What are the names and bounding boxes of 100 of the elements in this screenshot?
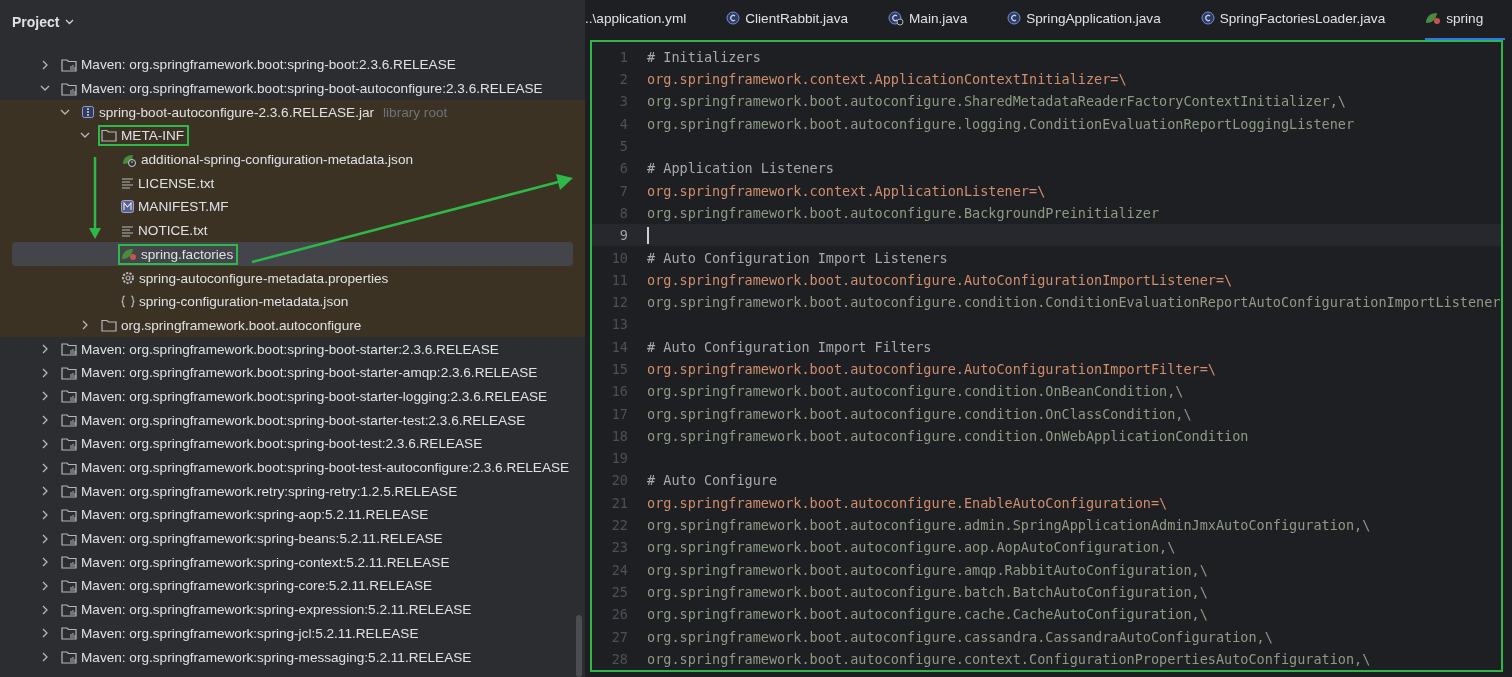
scrollbar[interactable] [576, 615, 582, 677]
braces-icon [121, 295, 135, 309]
chevron-right-icon[interactable] [41, 557, 49, 568]
library-root-note: library root [383, 104, 448, 120]
chevron-right-icon[interactable] [41, 391, 49, 402]
library-folder-icon [61, 460, 77, 475]
tree-item[interactable]: Maven: org.springframework:spring-aop:5.2.11.RELEASE [12, 502, 573, 527]
class-run-icon [888, 10, 904, 26]
code-line: org.springframework.boot.autoconfigure.AutoConfigurationImportFilter=\ [647, 361, 1216, 377]
code-line: org.springframework.boot.autoconfigure.aop.AopAutoConfiguration,\ [647, 539, 1176, 556]
code-line: org.springframework.boot.autoconfigure.condition.OnClassCondition,\ [647, 405, 1192, 422]
library-folder-icon [61, 531, 77, 546]
tree-item[interactable]: Maven: org.springframework:spring-jcl:5.2.11.RELEASE [12, 621, 573, 646]
leaf-icon [1425, 11, 1442, 26]
tree-item[interactable]: Maven: org.springframework:spring-context:5.2.11.RELEASE [12, 550, 573, 575]
code-line: org.springframework.boot.autoconfigure.SharedMetadataReaderFactoryContextInitializer,\ [647, 93, 1346, 110]
code-editor[interactable] [590, 39, 1503, 672]
archive-icon [81, 105, 95, 120]
tree-item[interactable]: Maven: org.springframework.retry:spring-retry:1.2.5.RELEASE [12, 479, 573, 504]
chevron-right-icon[interactable] [41, 344, 49, 355]
tree-item[interactable]: Maven: org.springframework.boot:spring-boot:2.3.6.RELEASE [12, 52, 573, 77]
code-line: org.springframework.boot.autoconfigure.condition.OnWebApplicationCondition [647, 427, 1249, 444]
folder-icon [101, 318, 117, 332]
text-caret [647, 226, 649, 244]
tree-item[interactable]: Maven: org.springframework:spring-beans:5.2.11.RELEASE [12, 526, 573, 551]
text-lines-icon [121, 177, 134, 190]
code-line: org.springframework.boot.autoconfigure.batch.BatchAutoConfiguration,\ [647, 583, 1208, 600]
tree-item[interactable]: Maven: org.springframework.boot:spring-boot-starter-amqp:2.3.6.RELEASE [12, 360, 573, 385]
library-folder-icon [61, 555, 77, 570]
panel-title[interactable]: Project [12, 14, 60, 30]
library-folder-icon [61, 57, 77, 72]
library-folder-icon [61, 342, 77, 357]
code-line: org.springframework.boot.autoconfigure.cassandra.CassandraAutoConfiguration,\ [647, 628, 1273, 645]
tree-item[interactable]: Maven: org.springframework.boot:spring-boot-starter-test:2.3.6.RELEASE [12, 408, 573, 433]
code-line: org.springframework.boot.autoconfigure.BackgroundPreinitializer [647, 204, 1160, 221]
tree-item[interactable]: Maven: org.springframework.boot:spring-boot-test:2.3.6.RELEASE [12, 431, 573, 456]
library-folder-icon [61, 484, 77, 499]
chevron-right-icon[interactable] [41, 509, 49, 520]
editor-tab[interactable]: ..\application.yml [585, 0, 709, 40]
class-icon [1007, 11, 1022, 26]
library-folder-icon [61, 389, 77, 404]
editor-tab[interactable]: ClientRabbit.java [726, 0, 870, 40]
chevron-down-icon[interactable] [80, 132, 90, 140]
chevron-right-icon[interactable] [41, 628, 49, 639]
chevron-right-icon[interactable] [41, 59, 49, 70]
code-line: org.springframework.context.ApplicationListener=\ [647, 182, 1046, 199]
library-folder-icon [61, 436, 77, 451]
library-folder-icon [61, 626, 77, 641]
code-line: org.springframework.context.ApplicationContextInitializer=\ [647, 71, 1127, 88]
class-icon [1200, 11, 1215, 26]
library-folder-icon [61, 650, 77, 665]
chevron-right-icon[interactable] [41, 652, 49, 663]
chevron-right-icon[interactable] [41, 604, 49, 615]
tree-item[interactable]: Maven: org.springframework.boot:spring-boot-starter-logging:2.3.6.RELEASE [12, 384, 573, 409]
code-line: # Auto Configure [647, 472, 778, 489]
manifest-icon [121, 200, 134, 214]
library-folder-icon [61, 413, 77, 428]
editor-tab[interactable]: SpringFactoriesLoader.java [1200, 0, 1408, 40]
code-line: org.springframework.boot.autoconfigure.AutoConfigurationImportListener=\ [647, 271, 1233, 288]
code-line: org.springframework.boot.autoconfigure.admin.SpringApplicationAdminJmxAutoConfiguration,\ [647, 517, 1371, 534]
folder-icon [101, 129, 117, 143]
chevron-right-icon[interactable] [41, 438, 49, 449]
code-line: org.springframework.boot.autoconfigure.cache.CacheAutoConfiguration,\ [647, 606, 1208, 623]
editor-tab[interactable]: Main.java [888, 0, 990, 40]
code-line: org.springframework.boot.autoconfigure.amqp.RabbitAutoConfiguration,\ [647, 561, 1208, 578]
chevron-right-icon[interactable] [41, 367, 49, 378]
editor-tab[interactable]: SpringApplication.java [1007, 0, 1183, 40]
tree-item[interactable]: Maven: org.springframework:spring-expression:5.2.11.RELEASE [12, 597, 573, 622]
tree-item[interactable]: Maven: org.springframework:spring-messaging:5.2.11.RELEASE [12, 645, 573, 670]
tree-item[interactable]: Maven: org.springframework.boot:spring-boot-autoconfigure:2.3.6.RELEASE [12, 76, 573, 101]
editor-tab[interactable]: spring [1425, 0, 1506, 40]
code-line: # Auto Configuration Import Listeners [647, 249, 948, 266]
code-line: # Application Listeners [647, 160, 834, 177]
line-number: 9 [618, 227, 629, 244]
chevron-right-icon[interactable] [41, 462, 49, 473]
code-line: # Initializers [647, 48, 761, 65]
tree-item[interactable]: Maven: org.springframework:spring-core:5.2.11.RELEASE [12, 573, 573, 598]
tree-item[interactable]: Maven: org.springframework.boot:spring-boot-starter:2.3.6.RELEASE [12, 337, 573, 362]
chevron-down-icon[interactable] [40, 85, 50, 93]
settings-icon [121, 271, 135, 286]
tree-item[interactable]: spring.factories [12, 242, 573, 267]
chevron-right-icon[interactable] [41, 415, 49, 426]
chevron-right-icon[interactable] [41, 533, 49, 544]
library-folder-icon [61, 602, 77, 617]
code-line: org.springframework.boot.autoconfigure.context.ConfigurationPropertiesAutoConfiguration,\ [647, 650, 1371, 667]
chevron-down-icon[interactable] [65, 19, 75, 25]
code-line: org.springframework.boot.autoconfigure.logging.ConditionEvaluationReportLoggingListener [647, 115, 1355, 132]
library-folder-icon [61, 81, 77, 96]
chevron-right-icon[interactable] [41, 580, 49, 591]
library-folder-icon [61, 578, 77, 593]
chevron-down-icon[interactable] [60, 108, 70, 116]
code-line: # Auto Configuration Import Filters [647, 338, 932, 355]
leaf-icon [121, 247, 137, 262]
text-lines-icon [121, 224, 134, 237]
code-line: org.springframework.boot.autoconfigure.EnableAutoConfiguration=\ [647, 494, 1168, 511]
chevron-right-icon[interactable] [81, 320, 89, 331]
chevron-right-icon[interactable] [41, 486, 49, 497]
tree-item[interactable]: Maven: org.springframework.boot:spring-boot-test-autoconfigure:2.3.6.RELEASE [12, 455, 575, 480]
code-line: org.springframework.boot.autoconfigure.condition.OnBeanCondition,\ [647, 383, 1184, 400]
class-icon [726, 11, 741, 26]
